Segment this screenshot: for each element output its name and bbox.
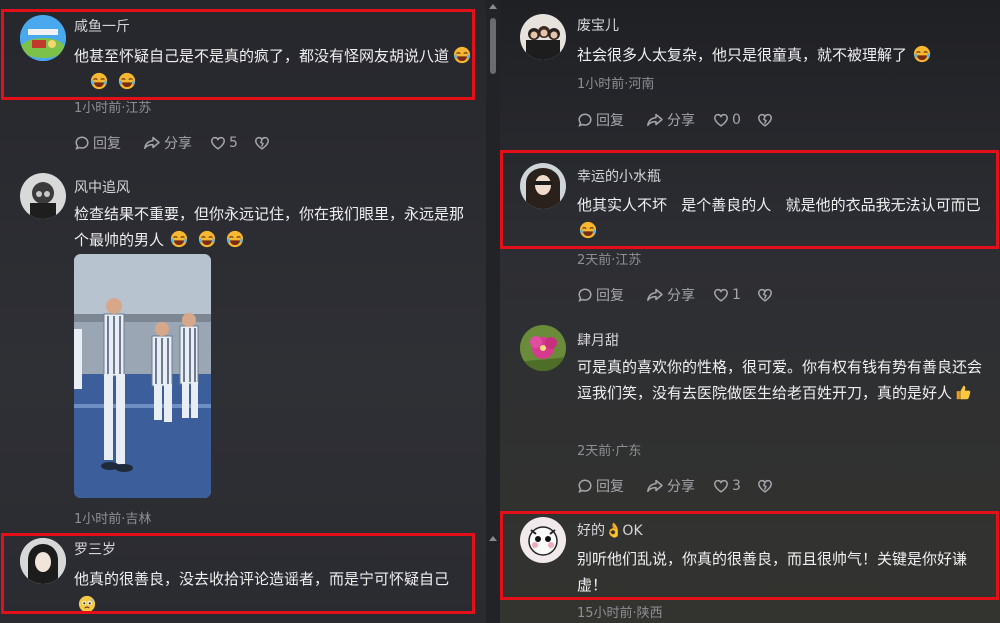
comment-meta: 1小时前·吉林 bbox=[74, 512, 152, 527]
thumbs-up-emoji bbox=[954, 383, 972, 401]
reply-label: 回复 bbox=[93, 136, 121, 152]
like-button[interactable]: 1 bbox=[713, 287, 741, 303]
comment-actions: 回复 分享 1 bbox=[577, 285, 773, 305]
video-thumbnail[interactable] bbox=[74, 254, 211, 498]
comment-text: 检查结果不重要，但你永远记住，你在我们眼里，永远是那个最帅的男人 bbox=[74, 201, 474, 253]
comment-meta: 1小时前·河南 bbox=[577, 77, 655, 92]
reply-label: 回复 bbox=[596, 288, 624, 304]
heart-icon bbox=[713, 287, 729, 303]
highlight-box bbox=[1, 9, 475, 100]
heart-icon bbox=[713, 112, 729, 128]
comment-text-body: 社会很多人太复杂，他只是很童真，就不被理解了 bbox=[577, 46, 908, 64]
comment-actions: 回复 分享 3 bbox=[577, 476, 773, 496]
share-button[interactable]: 分享 bbox=[143, 133, 192, 153]
comment-actions: 回复 分享 0 bbox=[577, 110, 773, 130]
comment-text-body: 检查结果不重要，但你永远记住，你在我们眼里，永远是那个最帅的男人 bbox=[74, 205, 465, 249]
like-button[interactable]: 5 bbox=[210, 135, 238, 151]
broken-heart-icon bbox=[757, 112, 773, 128]
highlight-box bbox=[1, 533, 475, 614]
share-arrow-icon bbox=[646, 478, 664, 494]
right-comment-pane: 废宝儿 社会很多人太复杂，他只是很童真，就不被理解了 1小时前·河南 回复 分享… bbox=[500, 0, 1000, 623]
highlight-box bbox=[500, 150, 999, 249]
user-avatar[interactable] bbox=[520, 14, 566, 60]
laugh-cry-emoji bbox=[226, 230, 244, 248]
broken-heart-icon bbox=[254, 135, 270, 151]
laugh-cry-emoji bbox=[170, 230, 188, 248]
share-button[interactable]: 分享 bbox=[646, 285, 695, 305]
scrollbar[interactable] bbox=[488, 0, 498, 623]
reply-button[interactable]: 回复 bbox=[74, 133, 121, 153]
share-label: 分享 bbox=[667, 479, 695, 495]
comment-reply-icon bbox=[577, 478, 593, 494]
scroll-arrow-icon[interactable] bbox=[489, 536, 497, 541]
dislike-button[interactable] bbox=[757, 112, 773, 128]
left-comment-pane: 咸鱼一斤 他甚至怀疑自己是不是真的疯了，都没有怪网友胡说八道 1小时前·江苏 回… bbox=[0, 0, 486, 623]
share-label: 分享 bbox=[667, 288, 695, 304]
share-label: 分享 bbox=[667, 113, 695, 129]
comment-reply-icon bbox=[577, 287, 593, 303]
share-button[interactable]: 分享 bbox=[646, 110, 695, 130]
dislike-button[interactable] bbox=[757, 478, 773, 494]
comment-meta: 2天前·广东 bbox=[577, 444, 642, 459]
like-button[interactable]: 0 bbox=[713, 112, 741, 128]
reply-button[interactable]: 回复 bbox=[577, 110, 624, 130]
like-count: 0 bbox=[732, 112, 741, 128]
comment-meta: 2天前·江苏 bbox=[577, 253, 642, 268]
comment-username[interactable]: 风中追风 bbox=[74, 177, 130, 197]
heart-icon bbox=[210, 135, 226, 151]
share-arrow-icon bbox=[143, 135, 161, 151]
scroll-up-arrow-icon[interactable] bbox=[489, 4, 497, 9]
like-button[interactable]: 3 bbox=[713, 478, 741, 494]
comment-text-body: 可是真的喜欢你的性格，很可爱。你有权有钱有势有善良还会逗我们笑，没有去医院做医生… bbox=[577, 358, 983, 402]
heart-icon bbox=[713, 478, 729, 494]
share-label: 分享 bbox=[164, 136, 192, 152]
like-count: 5 bbox=[229, 135, 238, 151]
user-avatar[interactable] bbox=[520, 325, 566, 371]
reply-label: 回复 bbox=[596, 113, 624, 129]
user-avatar[interactable] bbox=[20, 173, 66, 219]
reply-label: 回复 bbox=[596, 479, 624, 495]
scrollbar-thumb[interactable] bbox=[490, 18, 496, 74]
comment-text: 可是真的喜欢你的性格，很可爱。你有权有钱有势有善良还会逗我们笑，没有去医院做医生… bbox=[577, 354, 987, 406]
comment-meta: 15小时前·陕西 bbox=[577, 606, 663, 621]
like-count: 1 bbox=[732, 287, 741, 303]
comment-username[interactable]: 废宝儿 bbox=[577, 15, 619, 35]
share-arrow-icon bbox=[646, 112, 664, 128]
share-button[interactable]: 分享 bbox=[646, 476, 695, 496]
share-arrow-icon bbox=[646, 287, 664, 303]
laugh-cry-emoji bbox=[913, 45, 931, 63]
dislike-button[interactable] bbox=[254, 135, 270, 151]
comment-username[interactable]: 肆月甜 bbox=[577, 330, 619, 350]
comment-text: 社会很多人太复杂，他只是很童真，就不被理解了 bbox=[577, 42, 987, 68]
reply-button[interactable]: 回复 bbox=[577, 476, 624, 496]
like-count: 3 bbox=[732, 478, 741, 494]
laugh-cry-emoji bbox=[198, 230, 216, 248]
highlight-box bbox=[500, 511, 999, 600]
comment-reply-icon bbox=[577, 112, 593, 128]
dislike-button[interactable] bbox=[757, 287, 773, 303]
broken-heart-icon bbox=[757, 287, 773, 303]
comment-reply-icon bbox=[74, 135, 90, 151]
broken-heart-icon bbox=[757, 478, 773, 494]
reply-button[interactable]: 回复 bbox=[577, 285, 624, 305]
comment-actions: 回复 分享 5 bbox=[74, 133, 270, 153]
